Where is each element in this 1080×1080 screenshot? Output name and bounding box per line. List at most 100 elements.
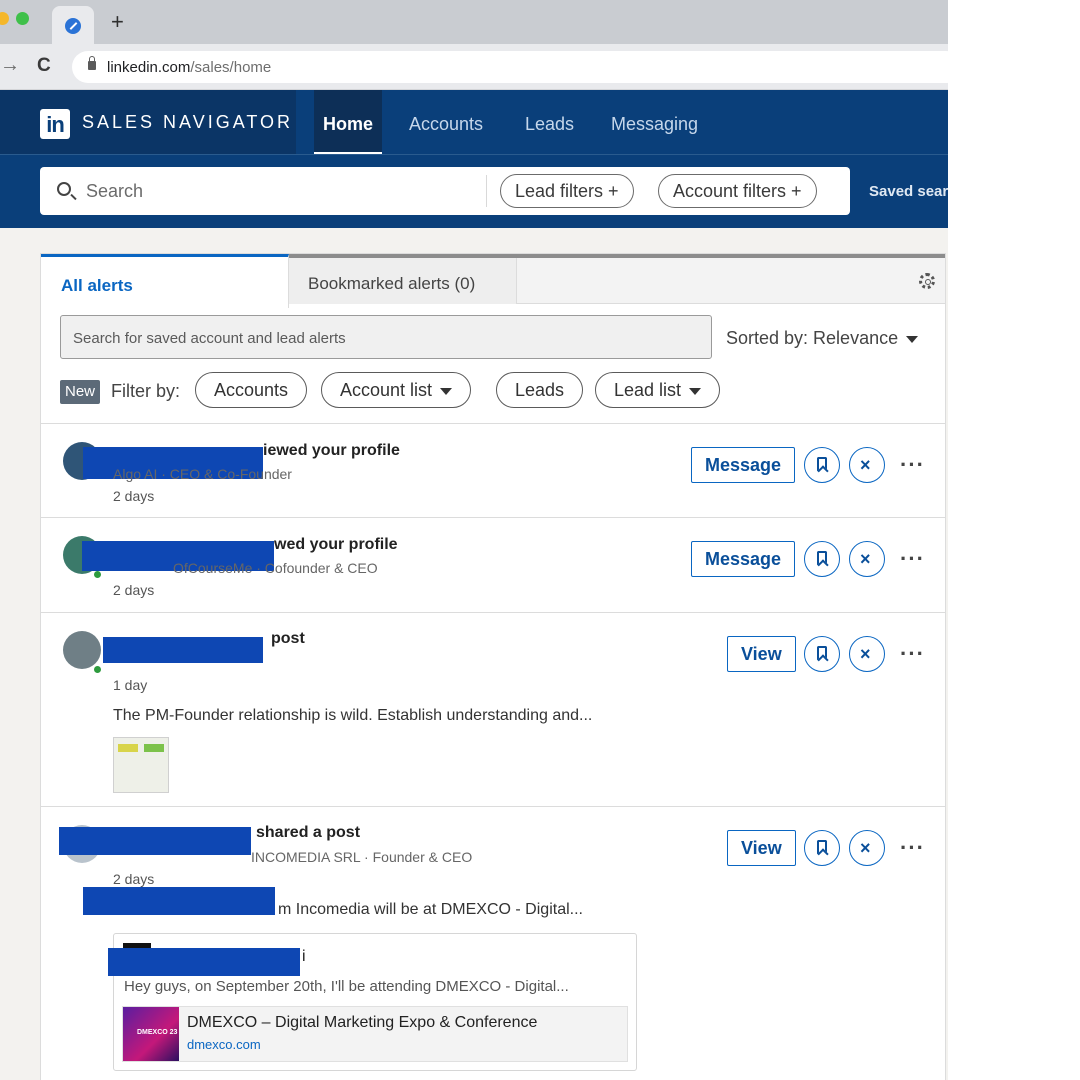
forward-arrow-icon[interactable]: → (0, 54, 20, 77)
redacted-text (83, 887, 275, 915)
alert-time: 1 day (113, 677, 148, 693)
alert-search-input[interactable]: Search for saved account and lead alerts (60, 315, 712, 359)
online-status-dot (93, 570, 102, 579)
dismiss-button[interactable]: × (849, 541, 885, 577)
bookmark-button[interactable] (804, 541, 840, 577)
gear-icon[interactable] (919, 273, 935, 289)
browser-tab-bar: + (0, 0, 948, 44)
tab-bookmarked-alerts[interactable]: Bookmarked alerts (0) (289, 258, 517, 304)
bookmark-icon (817, 551, 827, 565)
bookmark-icon (817, 840, 827, 854)
view-button[interactable]: View (727, 636, 796, 672)
sales-navigator-header: in SALES NAVIGATOR Home Accounts Leads M… (0, 90, 948, 228)
view-button[interactable]: View (727, 830, 796, 866)
redacted-name (103, 637, 263, 663)
new-tab-button[interactable]: + (111, 9, 124, 35)
link-thumbnail: DMEXCO 23 (123, 1007, 179, 1061)
alert-headline: shared a post (256, 824, 361, 841)
alert-row: wed your profile OfCourseMe · Cofounder … (41, 517, 945, 612)
header-divider (0, 154, 948, 155)
redacted-name (59, 827, 251, 855)
brand-title: SALES NAVIGATOR (82, 112, 294, 132)
more-options-icon[interactable]: ··· (900, 835, 925, 861)
alert-time: 2 days (113, 488, 155, 504)
link-title: DMEXCO – Digital Marketing Expo & Confer… (187, 1014, 538, 1031)
brand-block[interactable]: in SALES NAVIGATOR (0, 90, 296, 155)
lock-icon (88, 56, 96, 70)
alert-subline: Algo AI · CEO & Co-Founder (113, 466, 292, 482)
message-button[interactable]: Message (691, 447, 796, 483)
alert-time: 2 days (113, 582, 155, 598)
caret-down-icon (689, 387, 702, 395)
post-image-thumbnail[interactable] (113, 737, 169, 793)
alert-row: shared a post INCOMEDIA SRL · Founder & … (41, 806, 945, 1080)
browser-toolbar: → C linkedin.com/sales/home (0, 44, 948, 90)
alert-headline: iewed your profile (263, 442, 400, 459)
bookmark-icon (817, 646, 827, 660)
lead-filters-button[interactable]: Lead filters + (500, 174, 634, 208)
alerts-tabs: All alerts Bookmarked alerts (0) (41, 254, 945, 308)
nav-home[interactable]: Home (323, 114, 373, 135)
close-icon: × (860, 838, 871, 858)
dismiss-button[interactable]: × (849, 830, 885, 866)
redacted-author (108, 948, 300, 976)
bookmark-button[interactable] (804, 830, 840, 866)
filter-leads[interactable]: Leads (496, 372, 584, 408)
link-domain: dmexco.com (187, 1037, 261, 1052)
filter-by-label: Filter by: (111, 381, 181, 401)
more-options-icon[interactable]: ··· (900, 641, 925, 667)
bookmark-icon (817, 457, 827, 471)
nav-accounts[interactable]: Accounts (409, 114, 483, 135)
alert-row: iewed your profile Algo AI · CEO & Co-Fo… (41, 423, 945, 517)
global-search-input[interactable]: Search (86, 181, 143, 202)
address-bar[interactable]: linkedin.com/sales/home (72, 51, 948, 83)
more-options-icon[interactable]: ··· (900, 546, 925, 572)
caret-down-icon (906, 335, 919, 343)
alert-headline: post (271, 630, 305, 647)
post-preview-text[interactable]: m Incomedia will be at DMEXCO - Digital.… (278, 901, 583, 919)
shared-post-text: Hey guys, on September 20th, I'll be att… (124, 978, 569, 995)
tab-all-alerts[interactable]: All alerts (41, 254, 289, 308)
dismiss-button[interactable]: × (849, 447, 885, 483)
compass-icon (65, 18, 81, 34)
search-icon (57, 182, 71, 196)
nav-leads[interactable]: Leads (525, 114, 574, 135)
sort-dropdown[interactable]: Sorted by: Relevance (726, 328, 919, 349)
account-filters-button[interactable]: Account filters + (658, 174, 817, 208)
close-icon: × (860, 549, 871, 569)
filter-account-list[interactable]: Account list (321, 372, 472, 408)
filter-lead-list[interactable]: Lead list (595, 372, 721, 408)
filter-accounts[interactable]: Accounts (195, 372, 308, 408)
reload-icon[interactable]: C (37, 55, 51, 77)
alert-row: post 1 day The PM-Founder relationship i… (41, 612, 945, 806)
search-separator (486, 175, 487, 207)
avatar[interactable] (63, 631, 101, 669)
browser-tab[interactable] (52, 6, 94, 44)
global-search-bar: Search Lead filters + Account filters + (40, 167, 850, 215)
more-options-icon[interactable]: ··· (900, 452, 925, 478)
new-badge: New (60, 380, 101, 404)
alert-time: 2 days (113, 871, 155, 887)
shared-author-suffix: i (302, 948, 306, 965)
linkedin-logo-icon: in (40, 109, 70, 139)
close-icon: × (860, 455, 871, 475)
alert-subline: OfCourseMe · Cofounder & CEO (173, 560, 378, 576)
zoom-window-button[interactable] (16, 12, 29, 25)
url-text: linkedin.com/sales/home (107, 59, 272, 76)
close-icon: × (860, 644, 871, 664)
dismiss-button[interactable]: × (849, 636, 885, 672)
alerts-card: All alerts Bookmarked alerts (0) Search … (40, 253, 946, 1080)
link-preview[interactable]: DMEXCO 23 DMEXCO – Digital Marketing Exp… (122, 1006, 628, 1062)
nav-messaging[interactable]: Messaging (611, 114, 698, 135)
message-button[interactable]: Message (691, 541, 796, 577)
bookmark-button[interactable] (804, 636, 840, 672)
saved-searches-link[interactable]: Saved sear (869, 183, 948, 200)
post-preview-text[interactable]: The PM-Founder relationship is wild. Est… (113, 707, 592, 725)
caret-down-icon (440, 387, 453, 395)
alert-headline: wed your profile (274, 536, 398, 553)
minimize-window-button[interactable] (0, 12, 9, 25)
shared-post-card[interactable]: i Hey guys, on September 20th, I'll be a… (108, 933, 637, 1071)
online-status-dot (93, 665, 102, 674)
alert-subline: INCOMEDIA SRL · Founder & CEO (251, 849, 473, 865)
bookmark-button[interactable] (804, 447, 840, 483)
